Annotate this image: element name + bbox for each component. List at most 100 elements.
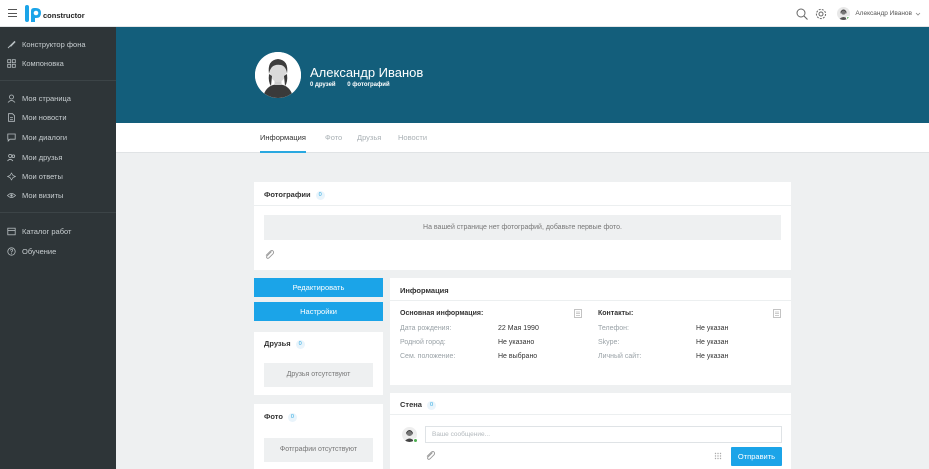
friends-count-badge: 0 — [295, 340, 305, 349]
top-user-name[interactable]: Александр Иванов — [855, 10, 912, 17]
avatar[interactable] — [837, 7, 851, 20]
sidebar-item-label: Мои друзья — [22, 153, 63, 162]
sidebar-item-my-news[interactable]: Мои новости — [0, 109, 116, 126]
friends-empty-message: Друзья отсутствуют — [264, 363, 373, 387]
photos-empty-message: На вашей странице нет фотографий, добавь… — [264, 215, 781, 240]
sidebar-item-label: Мои ответы — [22, 172, 63, 181]
profile-cover: Александр Иванов 0 друзей 0 фотографий — [116, 27, 929, 123]
photo-card-title: Фото 0 — [264, 412, 297, 422]
photos-card: Фотографии 0 На вашей странице нет фотогр… — [254, 182, 791, 270]
skype-label: Skype: — [598, 339, 620, 346]
phone-label: Телефон: — [598, 325, 629, 332]
photo-card-title-text: Фото — [264, 412, 283, 421]
phone-value: Не указан — [696, 325, 729, 332]
hometown-value: Не указано — [498, 339, 535, 346]
wall-message-input[interactable] — [425, 426, 782, 443]
photos-count: 0 — [347, 82, 351, 88]
paperclip-icon[interactable] — [264, 249, 275, 260]
online-indicator — [413, 438, 418, 443]
send-button[interactable]: Отправить — [731, 447, 782, 466]
help-icon — [7, 247, 16, 256]
logo-icon — [25, 5, 41, 22]
sidebar-divider — [0, 80, 116, 81]
chat-icon — [7, 133, 16, 142]
profile-stats: 0 друзей 0 фотографий — [310, 82, 400, 88]
wall-count-badge: 0 — [426, 401, 436, 410]
tab-friends[interactable]: Друзья — [357, 123, 381, 153]
friends-count-link[interactable]: 0 друзей — [310, 82, 341, 88]
photos-count-badge: 0 — [315, 191, 325, 200]
divider — [390, 414, 791, 415]
photo-empty-message: Фотграфии отсутствуют — [264, 438, 373, 462]
edit-list-icon[interactable] — [773, 309, 781, 318]
friends-label: друзей — [315, 82, 336, 88]
logo[interactable]: constructor — [24, 5, 85, 22]
paperclip-icon[interactable] — [425, 450, 436, 461]
photo-count-badge: 0 — [287, 413, 297, 422]
sidebar-item-layout[interactable]: Компоновка — [0, 55, 116, 72]
edit-button[interactable]: Редактировать — [254, 278, 383, 297]
friends-count: 0 — [310, 82, 314, 88]
sidebar-item-my-answers[interactable]: Мои ответы — [0, 168, 116, 185]
sidebar-item-label: Моя страница — [22, 94, 71, 103]
profile-name: Александр Иванов — [310, 65, 424, 80]
photos-card-title-text: Фотографии — [264, 190, 311, 199]
sidebar-item-my-dialogs[interactable]: Мои диалоги — [0, 129, 116, 146]
contacts-heading: Контакты: — [598, 310, 634, 317]
sidebar-item-label: Каталог работ — [22, 227, 72, 236]
friends-card-title-text: Друзья — [264, 339, 291, 348]
profile-tabs: Информация Фото Друзья Новости — [116, 123, 929, 153]
sidebar-divider — [0, 212, 116, 213]
sidebar-item-learning[interactable]: Обучение — [0, 243, 116, 260]
sidebar-item-label: Компоновка — [22, 59, 64, 68]
birthdate-label: Дата рождения: — [400, 325, 452, 332]
photos-label: фотографий — [352, 82, 390, 88]
sidebar-item-my-page[interactable]: Моя страница — [0, 90, 116, 107]
info-card-title: Информация — [400, 286, 449, 295]
chevron-down-icon[interactable] — [915, 11, 921, 17]
top-right-controls: Александр Иванов — [790, 5, 921, 22]
profile-avatar[interactable] — [255, 52, 301, 98]
reply-icon — [7, 172, 16, 181]
divider — [254, 205, 791, 206]
users-icon — [7, 153, 16, 162]
photo-card: Фото 0 Фотграфии отсутствуют — [254, 404, 383, 469]
hometown-label: Родной город: — [400, 339, 446, 346]
photos-count-link[interactable]: 0 фотографий — [347, 82, 394, 88]
sidebar-item-my-visits[interactable]: Мои визиты — [0, 187, 116, 204]
user-icon — [7, 94, 16, 103]
tab-photo[interactable]: Фото — [325, 123, 342, 153]
catalog-icon — [7, 227, 16, 236]
wall-card-title: Стена 0 — [400, 400, 436, 410]
website-value: Не указан — [696, 353, 729, 360]
sidebar-item-background-builder[interactable]: Конструктор фона — [0, 36, 116, 53]
info-card: Информация Основная информация: Дата рож… — [390, 278, 791, 385]
top-bar: constructor Александр Иванов — [0, 0, 929, 27]
document-icon — [8, 113, 15, 122]
tab-news[interactable]: Новости — [398, 123, 427, 153]
birthdate-value: 22 Мая 1990 — [498, 325, 539, 332]
tab-info[interactable]: Информация — [260, 123, 306, 153]
gear-icon[interactable] — [814, 7, 828, 21]
marital-status-value: Не выбрано — [498, 353, 538, 360]
online-indicator — [846, 16, 851, 20]
photos-card-title: Фотографии 0 — [264, 190, 325, 200]
friends-card: Друзья 0 Друзья отсутствуют — [254, 332, 383, 395]
friends-card-title: Друзья 0 — [264, 339, 305, 349]
basic-info-heading: Основная информация: — [400, 310, 484, 317]
divider — [390, 300, 791, 301]
sidebar-item-catalog[interactable]: Каталог работ — [0, 223, 116, 240]
edit-list-icon[interactable] — [574, 309, 582, 318]
wall-card-title-text: Стена — [400, 400, 422, 409]
emoji-grid-icon[interactable] — [714, 452, 722, 460]
menu-icon[interactable] — [8, 9, 17, 17]
sidebar-item-my-friends[interactable]: Мои друзья — [0, 149, 116, 166]
sidebar-item-label: Конструктор фона — [22, 40, 86, 49]
sidebar-item-label: Обучение — [22, 247, 57, 256]
grid-icon — [7, 59, 16, 68]
sidebar-item-label: Мои визиты — [22, 191, 64, 200]
marital-status-label: Сем. положение: — [400, 353, 456, 360]
settings-button[interactable]: Настройки — [254, 302, 383, 321]
search-icon[interactable] — [795, 7, 809, 21]
sidebar-item-label: Мои новости — [22, 113, 67, 122]
